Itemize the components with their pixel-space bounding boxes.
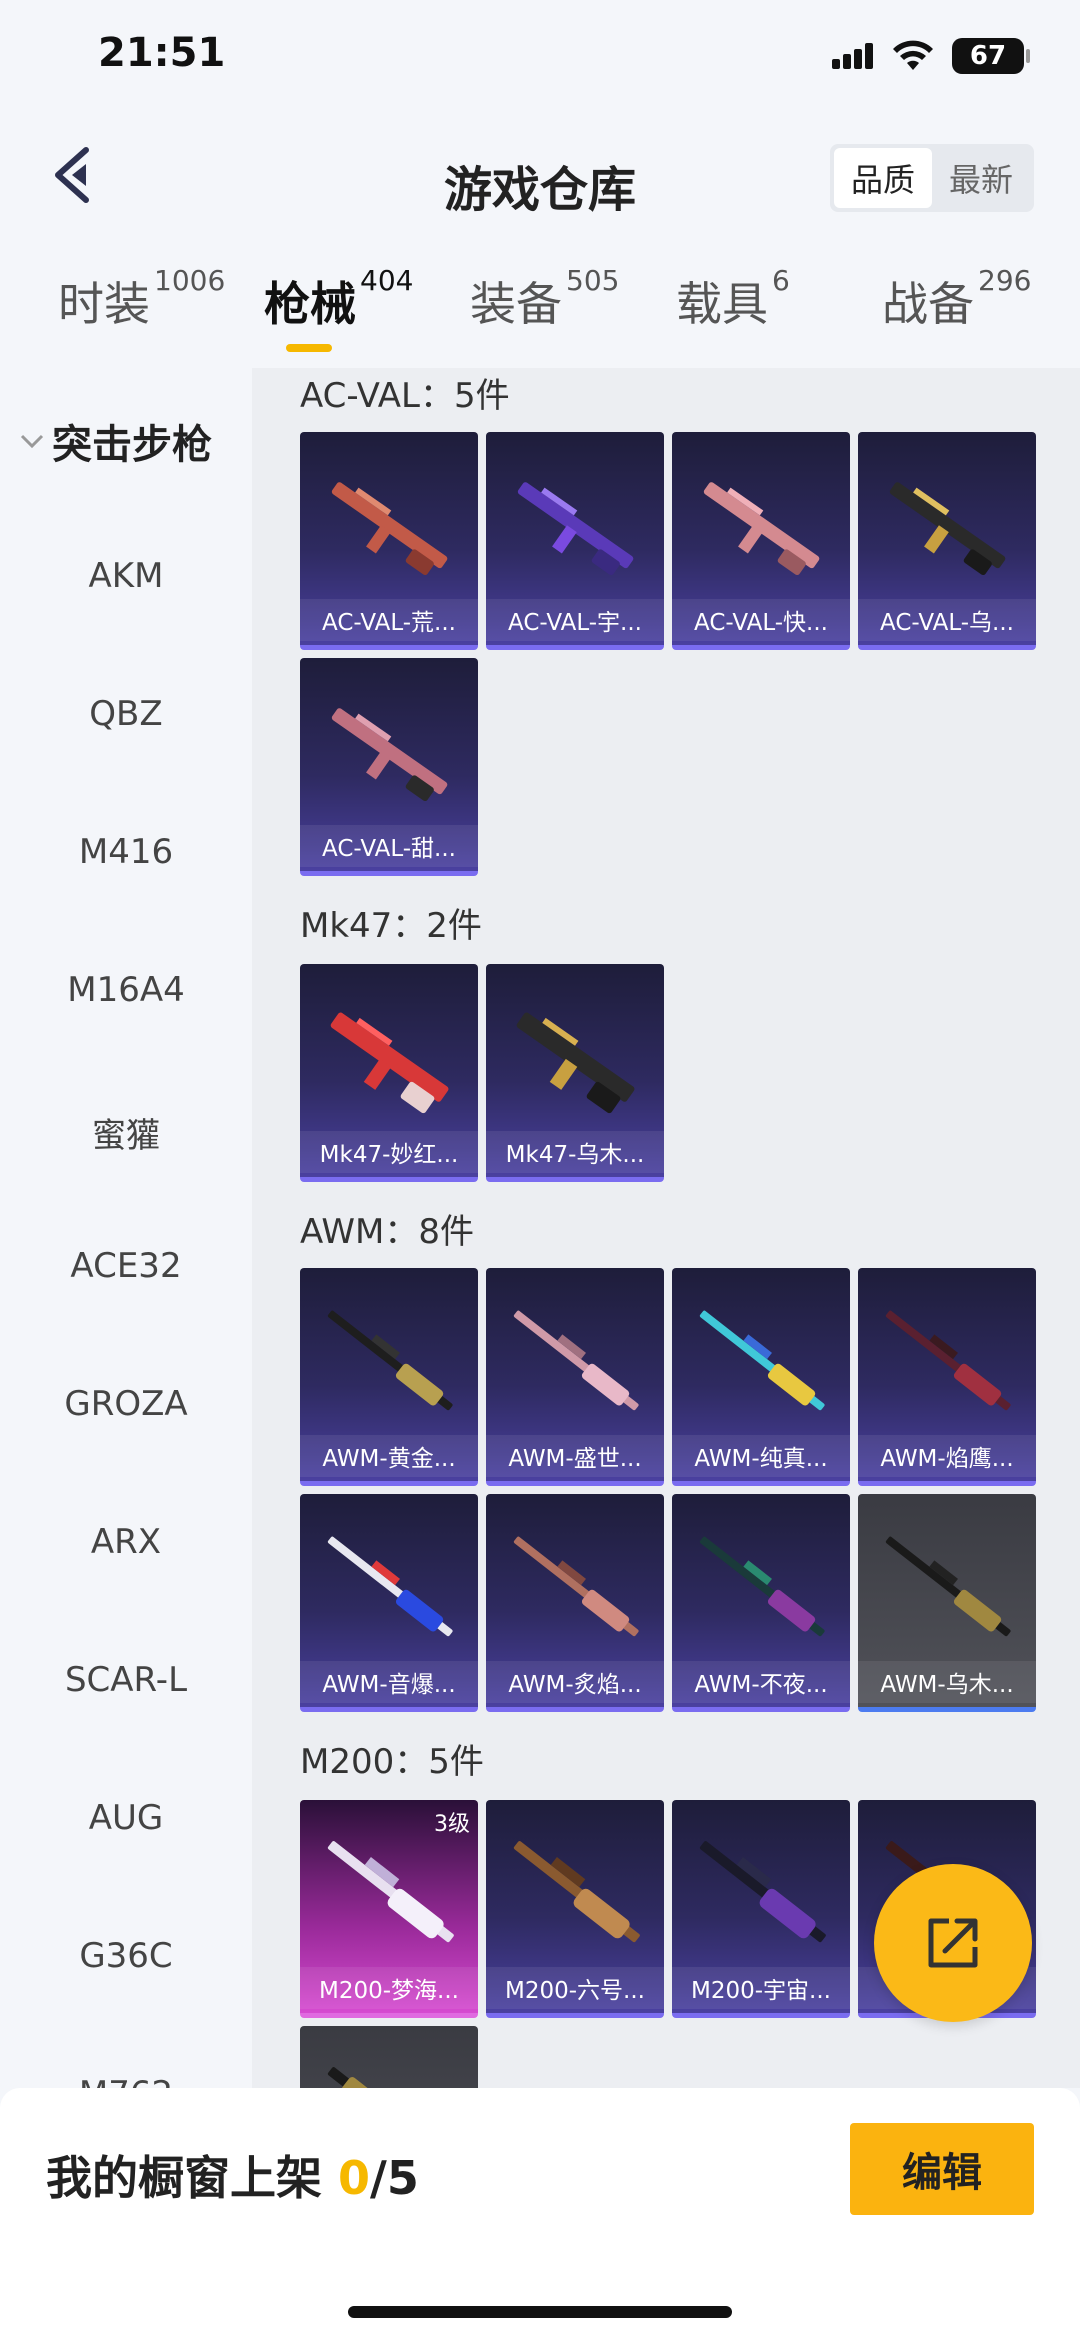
tab-fashion[interactable]: 时装 1006	[58, 264, 225, 334]
share-fab[interactable]	[874, 1864, 1032, 2022]
item-card[interactable]: AWM-音爆...	[300, 1494, 478, 1712]
item-card[interactable]: AWM-盛世...	[486, 1268, 664, 1486]
item-card[interactable]: AWM-不夜...	[672, 1494, 850, 1712]
status-bar: 21:51 67	[0, 0, 1080, 120]
sidebar-item-ace32[interactable]: ACE32	[0, 1246, 252, 1286]
active-tab-indicator	[286, 344, 332, 352]
item-name: AC-VAL-宇...	[486, 599, 664, 641]
rifle-icon	[703, 482, 820, 576]
item-card[interactable]: AWM-纯真...	[672, 1268, 850, 1486]
sidebar-item-akm[interactable]: AKM	[0, 556, 252, 596]
signal-icon	[832, 43, 873, 69]
bottom-bar: 我的橱窗上架 0/5 编辑	[0, 2088, 1080, 2339]
home-indicator	[348, 2306, 732, 2318]
item-name: AWM-盛世...	[486, 1435, 664, 1477]
sidebar: 突击步枪 AKM QBZ M416 M16A4 蜜獾 ACE32 GROZA A…	[0, 368, 252, 2088]
sniper-rifle-icon	[513, 1536, 639, 1637]
item-card[interactable]: Mk47-妙红...	[300, 964, 478, 1182]
item-name: AWM-纯真...	[672, 1435, 850, 1477]
item-name: AWM-音爆...	[300, 1661, 478, 1703]
item-name: AC-VAL-荒...	[300, 599, 478, 641]
rifle-icon	[889, 482, 1006, 576]
rifle-icon	[330, 1012, 449, 1114]
sidebar-item-aug[interactable]: AUG	[0, 1798, 252, 1838]
tab-guns[interactable]: 枪械 404	[264, 264, 413, 334]
category-tabs: 时装 1006 枪械 404 装备 505 载具 6 战备 296	[0, 264, 1080, 368]
item-card[interactable]: AC-VAL-甜...	[300, 658, 478, 876]
sniper-rifle-icon	[885, 1310, 1011, 1411]
sort-quality-button[interactable]: 品质	[834, 148, 932, 208]
item-name: M200-宇宙...	[672, 1967, 850, 2009]
item-name: AC-VAL-乌...	[858, 599, 1036, 641]
sniper-rifle-icon	[327, 1841, 454, 1943]
tab-equipment[interactable]: 装备 505	[470, 264, 619, 334]
item-card[interactable]: AC-VAL-乌...	[858, 432, 1036, 650]
chevron-down-icon	[20, 434, 44, 449]
item-name: M200-六号...	[486, 1967, 664, 2009]
sniper-rifle-icon	[699, 1536, 825, 1637]
rifle-icon	[331, 708, 448, 802]
sidebar-item-g36c[interactable]: G36C	[0, 1936, 252, 1976]
share-icon	[928, 1918, 978, 1968]
wifi-icon	[893, 40, 933, 70]
group-title-mk47: Mk47：2件	[300, 906, 482, 946]
item-name: AWM-黄金...	[300, 1435, 478, 1477]
sidebar-item-m16a4[interactable]: M16A4	[0, 970, 252, 1010]
sidebar-item-qbz[interactable]: QBZ	[0, 694, 252, 734]
item-card[interactable]: AWM-焰鹰...	[858, 1268, 1036, 1486]
sidebar-item-arx[interactable]: ARX	[0, 1522, 252, 1562]
item-name: AC-VAL-快...	[672, 599, 850, 641]
item-name: Mk47-妙红...	[300, 1131, 478, 1173]
item-card[interactable]: AC-VAL-快...	[672, 432, 850, 650]
group-title-m200: M200：5件	[300, 1742, 484, 1782]
sniper-rifle-icon	[513, 1841, 640, 1943]
sniper-rifle-icon	[327, 2067, 454, 2088]
group-title-awm: AWM：8件	[300, 1212, 474, 1252]
sniper-rifle-icon	[513, 1310, 639, 1411]
item-name: Mk47-乌木...	[486, 1131, 664, 1173]
item-card[interactable]: 3级 M200-梦海...	[300, 1800, 478, 2018]
item-card[interactable]: AWM-黄金...	[300, 1268, 478, 1486]
item-name: M200-梦海...	[300, 1967, 478, 2009]
item-name: AWM-炙焰...	[486, 1661, 664, 1703]
item-card[interactable]: M200-六号...	[486, 1800, 664, 2018]
tab-supplies[interactable]: 战备 296	[882, 264, 1031, 334]
inventory-content: AC-VAL：5件 AC-VAL-荒... AC-VAL-宇... AC-VAL…	[252, 368, 1080, 2088]
sniper-rifle-icon	[327, 1536, 453, 1637]
item-name: AWM-焰鹰...	[858, 1435, 1036, 1477]
item-name: AWM-乌木...	[858, 1661, 1036, 1703]
rifle-icon	[517, 482, 634, 576]
tab-vehicles[interactable]: 载具 6	[676, 264, 790, 334]
sidebar-item-scar-l[interactable]: SCAR-L	[0, 1660, 252, 1700]
battery-icon: 67	[952, 38, 1030, 74]
item-card[interactable]	[300, 2026, 478, 2088]
sidebar-item-m762[interactable]: M762	[0, 2074, 252, 2088]
group-title-ac-val: AC-VAL：5件	[300, 376, 510, 416]
sniper-rifle-icon	[699, 1841, 826, 1943]
showcase-status: 我的橱窗上架 0/5	[46, 2151, 419, 2205]
rifle-icon	[331, 482, 448, 576]
item-name: AC-VAL-甜...	[300, 825, 478, 867]
sniper-rifle-icon	[327, 1310, 453, 1411]
item-card[interactable]: AWM-乌木...	[858, 1494, 1036, 1712]
sniper-rifle-icon	[885, 1536, 1011, 1637]
sort-newest-button[interactable]: 最新	[932, 148, 1030, 208]
item-card[interactable]: AC-VAL-荒...	[300, 432, 478, 650]
item-card[interactable]: Mk47-乌木...	[486, 964, 664, 1182]
sniper-rifle-icon	[699, 1310, 825, 1411]
sidebar-item-m416[interactable]: M416	[0, 832, 252, 872]
edit-button[interactable]: 编辑	[850, 2123, 1034, 2215]
header: 游戏仓库 品质 最新	[0, 120, 1080, 240]
item-card[interactable]: M200-宇宙...	[672, 1800, 850, 2018]
sort-toggle: 品质 最新	[830, 144, 1034, 212]
rifle-icon	[516, 1012, 635, 1114]
sidebar-item-groza[interactable]: GROZA	[0, 1384, 252, 1424]
item-card[interactable]: AC-VAL-宇...	[486, 432, 664, 650]
item-card[interactable]: AWM-炙焰...	[486, 1494, 664, 1712]
sidebar-item-honey-badger[interactable]: 蜜獾	[0, 1108, 252, 1157]
item-name: AWM-不夜...	[672, 1661, 850, 1703]
sidebar-category-header[interactable]: 突击步枪	[18, 412, 212, 470]
status-time: 21:51	[98, 30, 226, 76]
